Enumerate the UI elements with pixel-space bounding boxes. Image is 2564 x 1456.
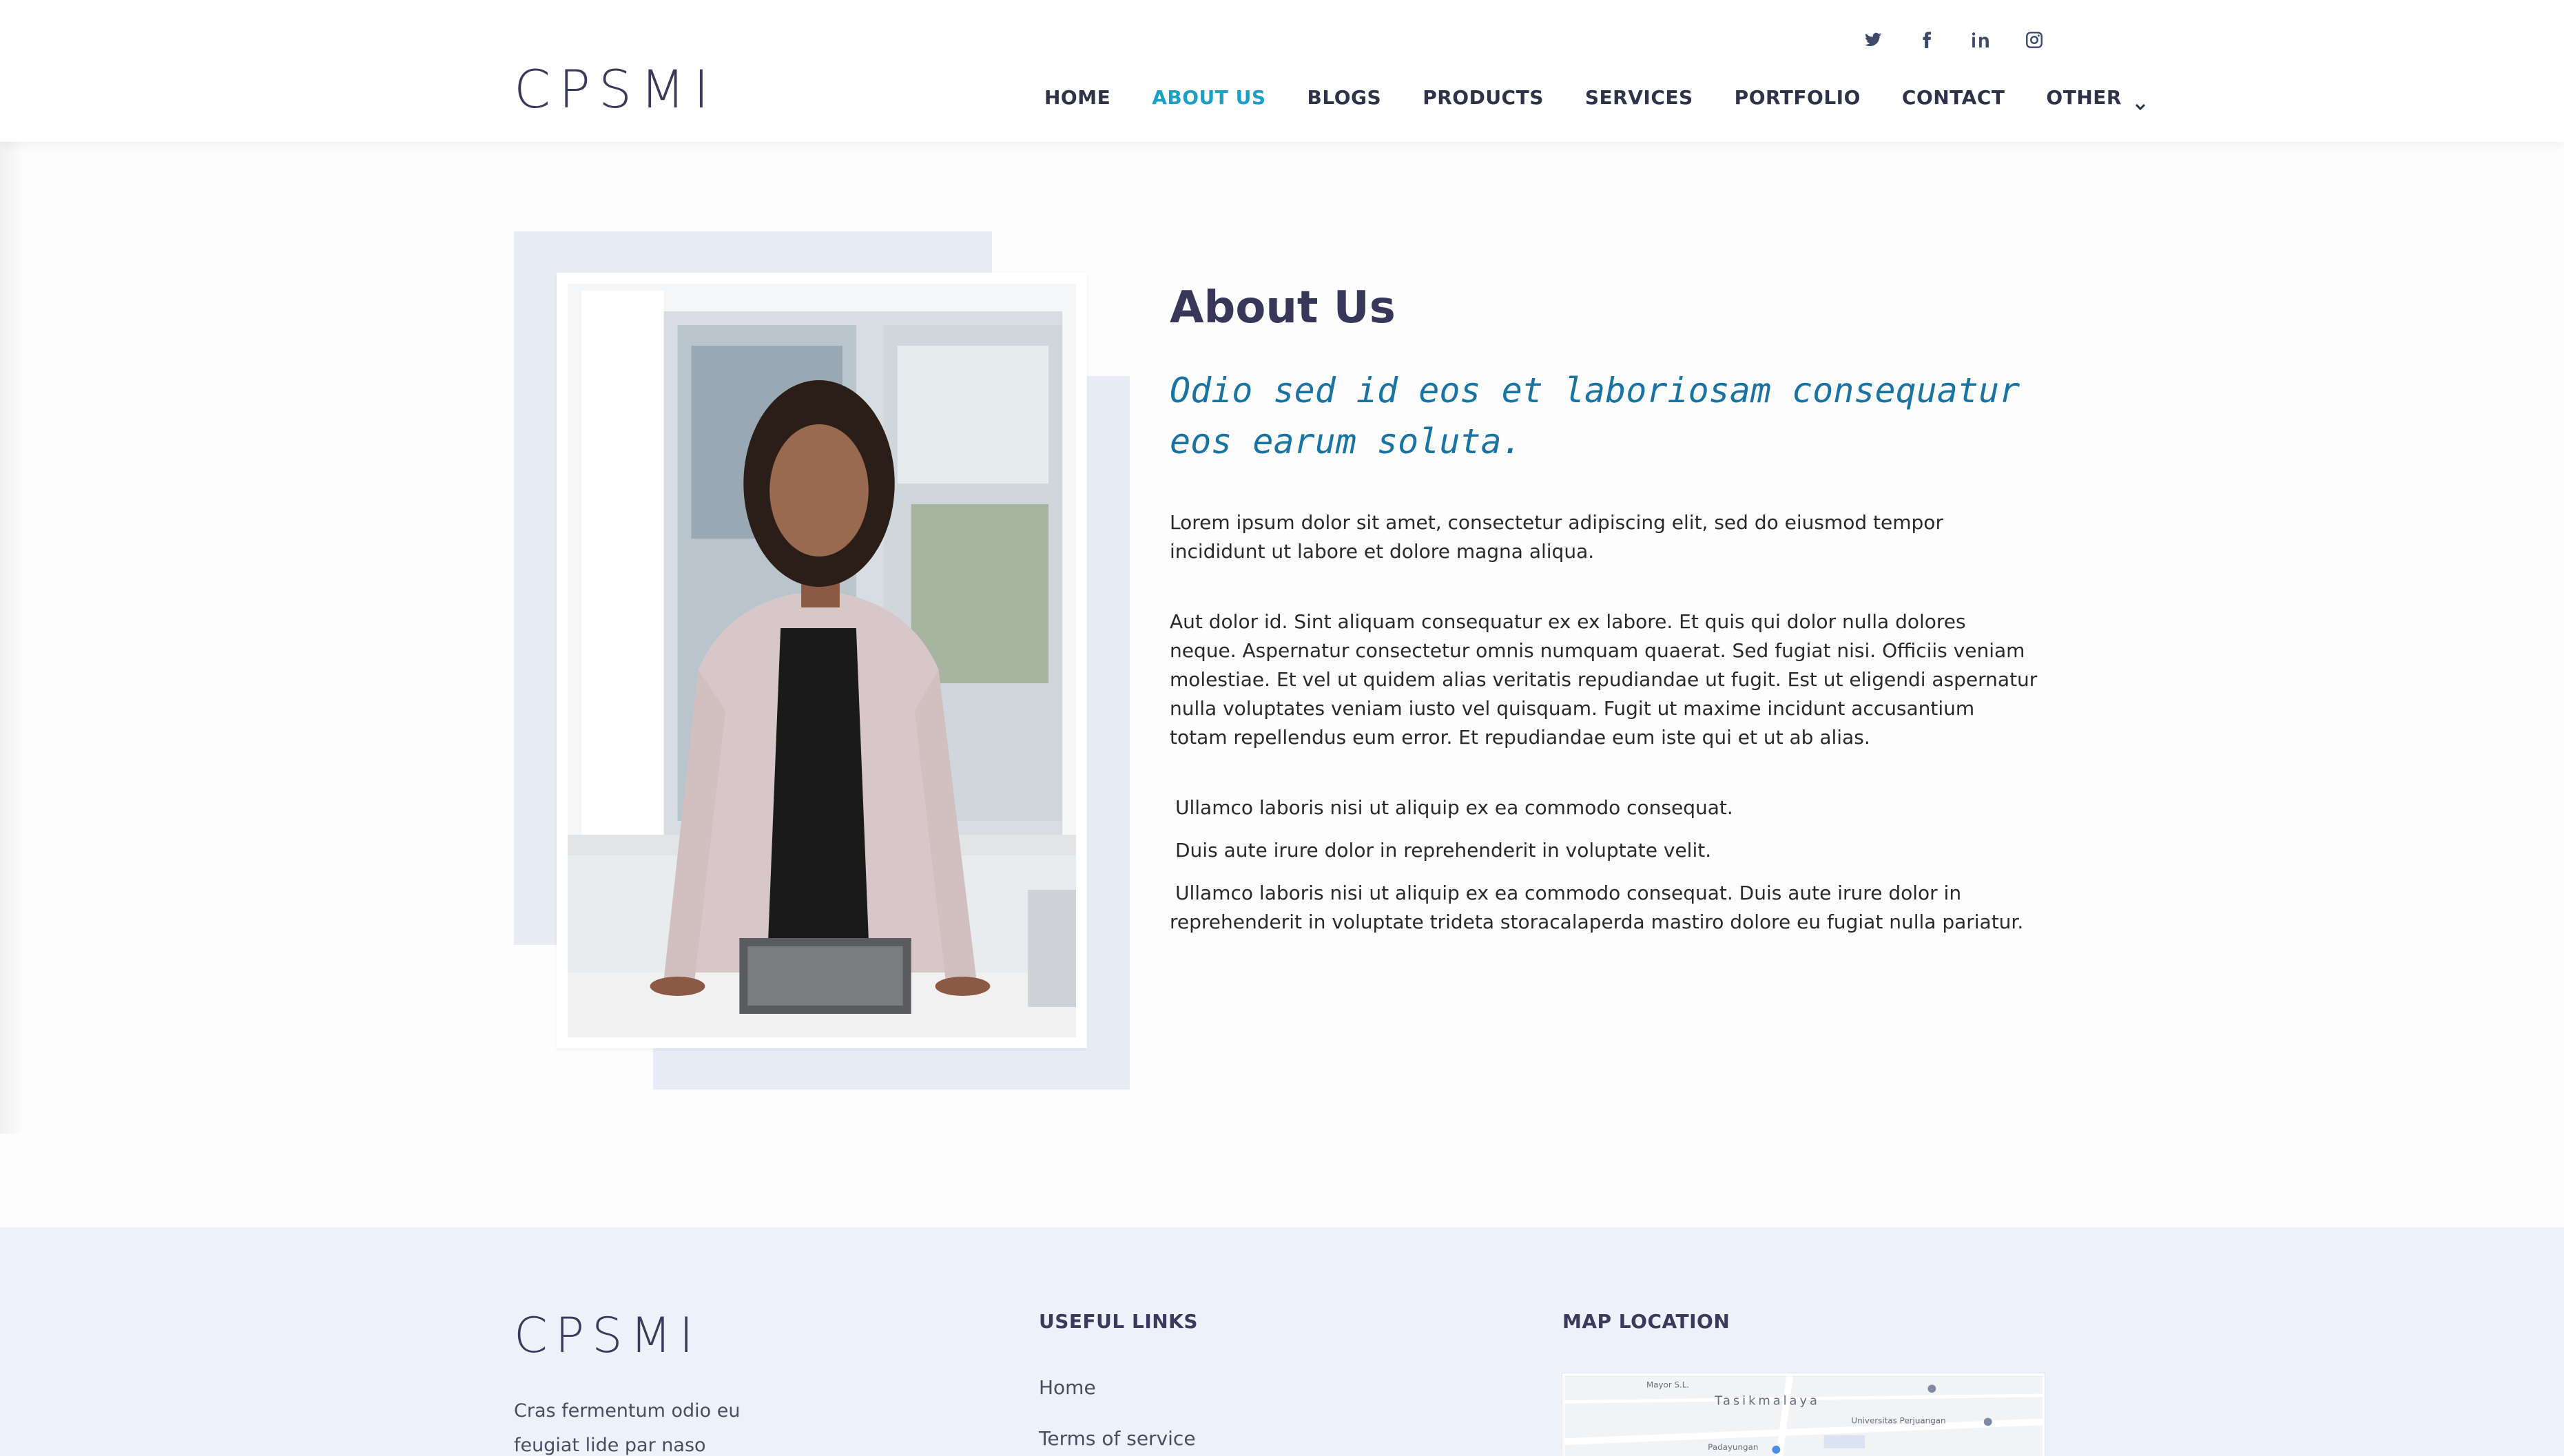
footer-link-home[interactable]: Home bbox=[1039, 1376, 1096, 1399]
nav-services[interactable]: SERVICES bbox=[1585, 83, 1693, 113]
nav-other-label: OTHER bbox=[2046, 86, 2122, 109]
site-header: CPSMI HOME ABOUT US BLOGS PRODUCTS SERVI… bbox=[0, 0, 2564, 142]
main-nav: HOME ABOUT US BLOGS PRODUCTS SERVICES PO… bbox=[1044, 83, 2147, 113]
map-label-poi1: Universitas Perjuangan bbox=[1851, 1415, 1945, 1425]
about-paragraph-1: Lorem ipsum dolor sit amet, consectetur … bbox=[1170, 511, 1943, 563]
chevron-down-icon bbox=[2134, 92, 2147, 111]
map-label-poi2: Padayungan bbox=[1708, 1442, 1758, 1452]
list-item: Ullamco laboris nisi ut aliquip ex ea co… bbox=[1170, 879, 2051, 937]
nav-blogs[interactable]: BLOGS bbox=[1307, 83, 1382, 113]
left-edge-shadow bbox=[0, 142, 25, 1134]
nav-other-dropdown[interactable]: OTHER bbox=[2046, 83, 2147, 113]
list-item-text: Ullamco laboris nisi ut aliquip ex ea co… bbox=[1170, 882, 2024, 933]
footer-link-terms[interactable]: Terms of service bbox=[1039, 1427, 1196, 1450]
map-embed[interactable]: Tasikmalaya Universitas Perjuangan Paday… bbox=[1562, 1373, 2045, 1456]
site-footer bbox=[0, 1227, 2564, 1456]
twitter-icon[interactable] bbox=[1846, 26, 1900, 54]
list-item: Duis aute irure dolor in reprehenderit i… bbox=[1170, 836, 2051, 865]
nav-products[interactable]: PRODUCTS bbox=[1423, 83, 1544, 113]
nav-home[interactable]: HOME bbox=[1044, 83, 1110, 113]
linkedin-icon[interactable] bbox=[1954, 26, 2007, 54]
about-paragraph-2: Aut dolor id. Sint aliquam consequatur e… bbox=[1170, 610, 2038, 749]
map-label-city: Tasikmalaya bbox=[1714, 1395, 1820, 1408]
nav-contact[interactable]: CONTACT bbox=[1902, 83, 2005, 113]
instagram-icon[interactable] bbox=[2007, 26, 2061, 54]
about-title: About Us bbox=[1170, 282, 1396, 333]
list-item-text: Ullamco laboris nisi ut aliquip ex ea co… bbox=[1175, 796, 1733, 819]
useful-links-heading: USEFUL LINKS bbox=[1039, 1310, 1199, 1333]
footer-description: Cras fermentum odio eu feugiat lide par … bbox=[514, 1400, 741, 1456]
nav-portfolio[interactable]: PORTFOLIO bbox=[1735, 83, 1861, 113]
social-links bbox=[1846, 26, 2061, 54]
about-photo bbox=[568, 284, 1076, 1037]
site-logo[interactable]: CPSMI bbox=[514, 63, 717, 116]
about-subtitle: Odio sed id eos et laboriosam consequatu… bbox=[1170, 371, 2020, 461]
footer-logo[interactable]: CPSMI bbox=[514, 1311, 701, 1360]
map-label-road: Mayor S.L. bbox=[1646, 1380, 1689, 1389]
list-item: Ullamco laboris nisi ut aliquip ex ea co… bbox=[1170, 793, 2051, 822]
map-location-heading: MAP LOCATION bbox=[1562, 1310, 1730, 1333]
list-item-text: Duis aute irure dolor in reprehenderit i… bbox=[1175, 839, 1712, 862]
facebook-icon[interactable] bbox=[1900, 26, 1954, 54]
about-photo-frame bbox=[557, 273, 1087, 1048]
nav-about-us[interactable]: ABOUT US bbox=[1152, 83, 1265, 113]
